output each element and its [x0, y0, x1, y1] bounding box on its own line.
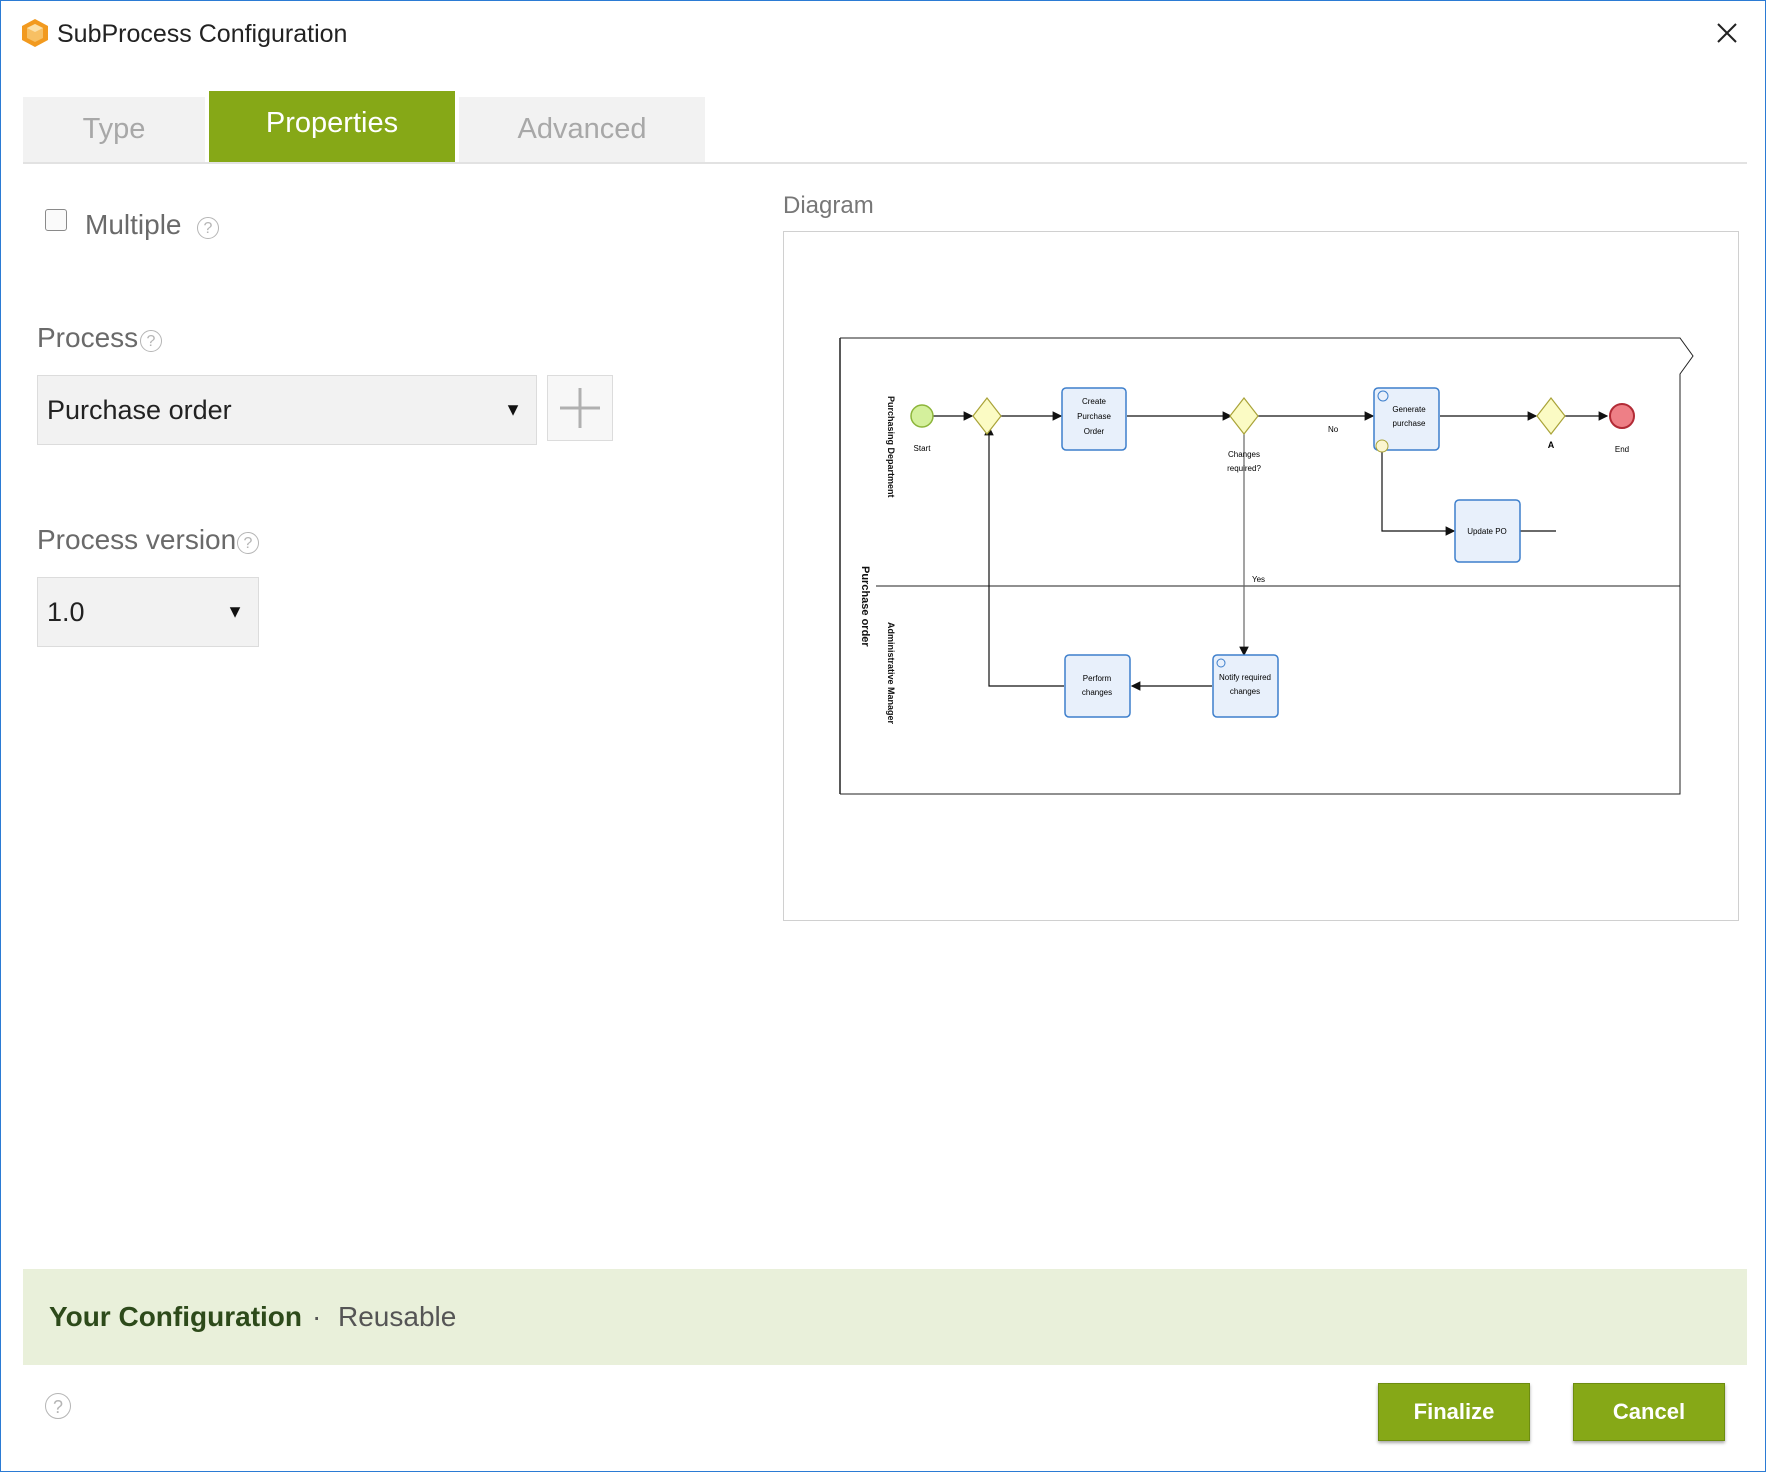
flow-label-yes: Yes: [1252, 575, 1265, 584]
process-version-select[interactable]: 1.0 ▼: [37, 577, 259, 647]
boundary-event: [1375, 439, 1389, 453]
task-perform-l2: changes: [1082, 688, 1112, 697]
tab-advanced[interactable]: Advanced: [459, 97, 705, 162]
multiple-checkbox[interactable]: [45, 209, 67, 231]
task-update-po-label: Update PO: [1467, 527, 1507, 536]
pool: Purchase order Purchasing Department Adm…: [839, 337, 1694, 795]
window-title: SubProcess Configuration: [57, 20, 348, 48]
task-perform-l1: Perform: [1083, 674, 1112, 683]
lane-label-admin: Administrative Manager: [886, 622, 896, 725]
plus-icon: [560, 388, 600, 428]
gateway-a-label: A: [1548, 440, 1555, 450]
close-icon[interactable]: [1707, 13, 1747, 53]
tab-type[interactable]: Type: [23, 97, 205, 162]
process-version-value: 1.0: [47, 596, 85, 627]
gateway-merge: [972, 397, 1002, 435]
configuration-summary: Your Configuration · Reusable: [23, 1269, 1747, 1365]
task-generate-l1: Generate: [1392, 405, 1426, 414]
tab-properties[interactable]: Properties: [209, 91, 455, 162]
process-version-label: Process version: [37, 524, 237, 555]
summary-value: Reusable: [338, 1301, 457, 1332]
finalize-button[interactable]: Finalize: [1378, 1383, 1530, 1441]
task-notify: [1212, 654, 1279, 718]
app-cube-icon: [22, 19, 48, 47]
multiple-label: Multiple: [85, 209, 182, 240]
gateway-changes: [1229, 397, 1259, 435]
process-select-value: Purchase order: [47, 394, 232, 425]
summary-key: Your Configuration: [49, 1301, 302, 1332]
diagram-label: Diagram: [783, 192, 874, 219]
lane-label-purchasing: Purchasing Department: [886, 396, 896, 498]
task-create-po-l2: Purchase: [1077, 412, 1111, 421]
task-generate-l2: purchase: [1393, 419, 1426, 428]
end-label: End: [1615, 445, 1629, 454]
bpmn-diagram: Purchase order Purchasing Department Adm…: [839, 337, 1694, 795]
process-select[interactable]: Purchase order ▼: [37, 375, 537, 445]
end-event: [1609, 403, 1635, 429]
task-perform: [1064, 654, 1131, 718]
changes-label-2: required?: [1227, 464, 1261, 473]
process-label: Process: [37, 322, 139, 353]
tab-bar: Type Properties Advanced: [23, 91, 1747, 164]
task-notify-l1: Notify required: [1219, 673, 1271, 682]
footer-help-icon[interactable]: ?: [45, 1393, 71, 1419]
cancel-button[interactable]: Cancel: [1573, 1383, 1725, 1441]
start-event: [910, 404, 934, 428]
changes-label-1: Changes: [1228, 450, 1260, 459]
title-bar: SubProcess Configuration: [1, 1, 1765, 65]
multiple-help-icon[interactable]: ?: [197, 217, 219, 239]
pool-label: Purchase order: [859, 566, 871, 647]
process-version-help-icon[interactable]: ?: [237, 532, 259, 554]
summary-separator: ·: [312, 1301, 322, 1332]
chevron-down-icon: ▼: [226, 601, 244, 622]
task-create-po-l1: Create: [1082, 397, 1107, 406]
flow-label-no: No: [1328, 425, 1339, 434]
task-notify-l2: changes: [1230, 687, 1260, 696]
diagram-preview: Purchase order Purchasing Department Adm…: [783, 231, 1739, 921]
task-create-po-l3: Order: [1084, 427, 1105, 436]
subprocess-config-dialog: SubProcess Configuration Type Properties…: [0, 0, 1766, 1472]
process-help-icon[interactable]: ?: [140, 330, 162, 352]
gateway-a: [1536, 397, 1566, 435]
start-label: Start: [914, 444, 932, 453]
add-process-button[interactable]: [547, 375, 613, 441]
chevron-down-icon: ▼: [504, 399, 522, 420]
